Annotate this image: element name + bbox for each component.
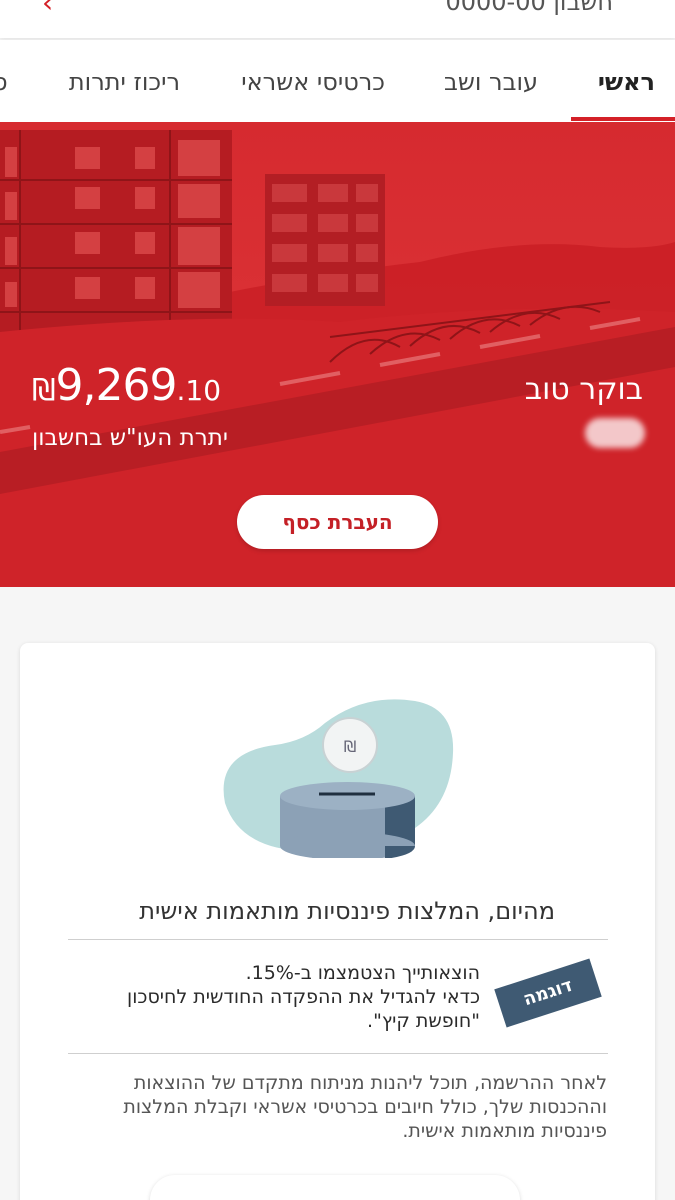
example-badge: דוגמה — [494, 958, 602, 1028]
tab-credit-cards[interactable]: כרטיסי אשראי — [241, 68, 385, 96]
financial-recommendations-card: ₪ מהיום, המלצות פיננסיות מותאמות אישית ה… — [20, 643, 655, 1200]
register-button[interactable] — [150, 1175, 520, 1200]
tab-main[interactable]: ראשי — [598, 68, 655, 96]
tab-more[interactable]: ס — [0, 68, 8, 96]
example-recommendation: הוצאותייך הצטמצמו ב-15%. כדאי להגדיל את … — [60, 961, 480, 1033]
user-name-blurred — [585, 418, 645, 448]
tab-balances-summary[interactable]: ריכוז יתרות — [69, 68, 180, 96]
example-line: הוצאותייך הצטמצמו ב-15%. — [245, 962, 480, 984]
account-balance: ₪9,269.10 — [32, 360, 221, 411]
tab-checking[interactable]: עובר ושב — [444, 68, 538, 96]
card-title: מהיום, המלצות פיננסיות מותאמות אישית — [139, 897, 555, 925]
chevron-left-icon[interactable]: ‹ — [42, 0, 53, 19]
active-tab-indicator — [571, 117, 675, 121]
divider — [68, 939, 608, 940]
balance-hero: בוקר טוב ₪9,269.10 יתרת העו"ש בחשבון העב… — [0, 122, 675, 587]
divider — [68, 1053, 608, 1054]
transfer-money-button[interactable]: העברת כסף — [237, 495, 438, 549]
header-title: חשבון 0000-00 — [445, 0, 613, 16]
greeting-text: בוקר טוב — [524, 372, 643, 407]
balance-cents: .10 — [176, 374, 222, 407]
balance-label: יתרת העו"ש בחשבון — [32, 425, 228, 451]
card-description: לאחר ההרשמה, תוכל ליהנות מניתוח מתקדם של… — [123, 1072, 607, 1142]
shekel-symbol: ₪ — [32, 373, 56, 408]
balance-main: 9,269 — [55, 360, 178, 411]
tab-bar: ראשי עובר ושב כרטיסי אשראי ריכוז יתרות ס — [0, 40, 675, 122]
example-line: "חופשת קיץ". — [367, 1010, 480, 1032]
savings-box-illustration: ₪ — [223, 699, 454, 858]
coin-icon: ₪ — [344, 737, 357, 756]
example-line: כדאי להגדיל את ההפקדה החודשית לחיסכון — [127, 986, 480, 1008]
top-header: ‹ חשבון 0000-00 — [0, 0, 675, 38]
